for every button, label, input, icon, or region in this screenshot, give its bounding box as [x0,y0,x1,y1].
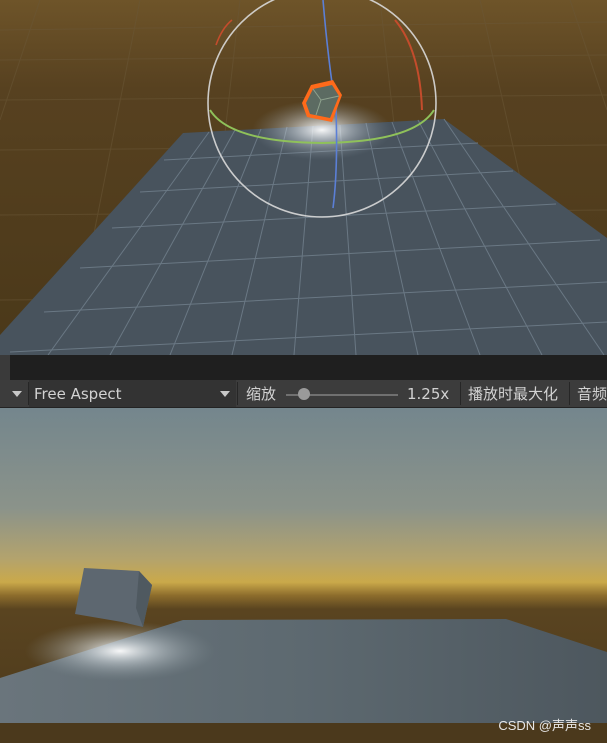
scene-view[interactable] [0,0,607,355]
aspect-dropdown[interactable]: Free Aspect [29,380,236,407]
scale-slider-thumb[interactable] [298,388,310,400]
game-toolbar: Free Aspect 缩放 1.25x 播放时最大化 音频 [0,380,607,408]
game-tab[interactable] [0,355,10,380]
watermark: CSDN @声声ss [498,718,591,733]
chevron-down-icon [220,391,230,397]
toolbar-divider [237,382,238,405]
mute-audio-button[interactable]: 音频 [577,380,607,407]
game-light-highlight [25,621,215,681]
game-view[interactable]: CSDN @声声ss [0,408,607,743]
scale-value: 1.25x [407,384,450,403]
game-canvas [0,408,607,743]
scale-label: 缩放 [246,385,277,403]
toolbar-divider [569,382,570,405]
game-tab-strip [0,355,607,380]
toolbar-divider [460,382,461,405]
aspect-label: Free Aspect [34,384,122,403]
display-menu-button[interactable] [12,380,26,407]
chevron-down-icon [12,390,22,397]
scene-canvas[interactable] [0,0,607,355]
maximize-on-play-button[interactable]: 播放时最大化 [468,380,558,407]
